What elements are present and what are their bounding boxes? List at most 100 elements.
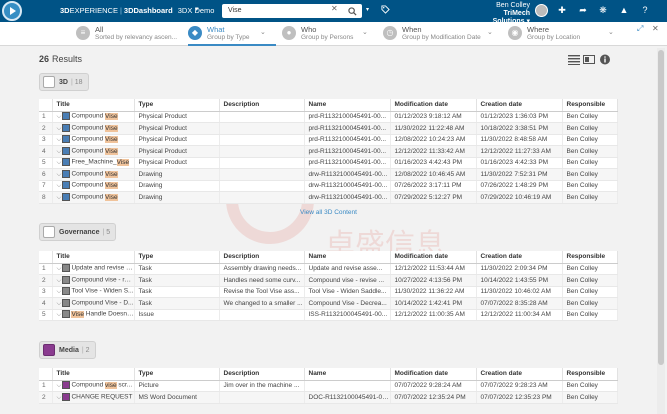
- expand-chevron-icon[interactable]: ⌵: [57, 125, 62, 132]
- column-header[interactable]: Creation date: [476, 251, 563, 264]
- chevron-down-icon[interactable]: ⌄: [487, 28, 493, 36]
- section-media-header[interactable]: Media 2: [39, 341, 96, 359]
- compass-logo-icon[interactable]: [2, 1, 22, 21]
- view-all-3d-link[interactable]: View all 3D Content: [300, 209, 357, 216]
- expand-chevron-icon[interactable]: ⌵: [57, 171, 62, 178]
- table-row[interactable]: 3 ⌵ Tool Vise - Widen S... Task Revise the T…: [39, 286, 618, 298]
- chevron-down-icon[interactable]: ⌄: [260, 28, 266, 36]
- expand-chevron-icon[interactable]: ⌵: [57, 159, 62, 166]
- expand-chevron-icon[interactable]: ⌵: [57, 113, 62, 120]
- section-3d-header[interactable]: 3D 18: [39, 73, 89, 91]
- tag-icon[interactable]: [381, 5, 390, 16]
- column-header[interactable]: Name: [304, 251, 391, 264]
- column-header[interactable]: Type: [134, 368, 220, 381]
- column-header[interactable]: Modification date: [390, 99, 477, 112]
- table-row[interactable]: 6 ⌵ Compound Vise Drawing drw-R1132100045491…: [39, 168, 618, 181]
- column-header[interactable]: Type: [134, 251, 220, 264]
- table-row[interactable]: 4 ⌵ Compound Vise Physical Product prd-R1132…: [39, 145, 618, 158]
- table-row[interactable]: 1 ⌵ Compound vise scr... Picture Jim over in…: [39, 380, 618, 392]
- avatar[interactable]: [535, 4, 548, 17]
- scrollbar[interactable]: [657, 48, 665, 414]
- column-header[interactable]: Creation date: [476, 99, 563, 112]
- table-row[interactable]: 2 ⌵ Compound Vise Physical Product prd-R1132…: [39, 122, 618, 135]
- expand-chevron-icon[interactable]: ⌵: [57, 182, 62, 189]
- column-header[interactable]: Title: [52, 251, 135, 264]
- table-row[interactable]: 1 ⌵ Update and revise a... Task Assembly dra…: [39, 263, 618, 275]
- expand-chevron-icon[interactable]: ⌵: [57, 311, 62, 318]
- clear-search-icon[interactable]: ✕: [331, 4, 338, 13]
- expand-chevron-icon[interactable]: ⌵: [57, 194, 62, 201]
- title-cell[interactable]: ⌵ Vise Handle Doesn'...: [52, 309, 135, 321]
- expand-chevron-icon[interactable]: ⌵: [57, 288, 62, 295]
- section-governance-header[interactable]: Governance 5: [39, 223, 117, 241]
- close-icon[interactable]: ✕: [652, 24, 659, 33]
- title-cell[interactable]: ⌵ Compound Vise: [52, 122, 135, 135]
- table-row[interactable]: 2 ⌵ CHANGE REQUEST MS Word Document DOC-R113…: [39, 391, 618, 404]
- tab-what[interactable]: ◆ What Group by Type ⌄: [188, 22, 278, 46]
- column-header[interactable]: Name: [304, 368, 391, 381]
- expand-chevron-icon[interactable]: ⌵: [57, 265, 62, 272]
- column-header[interactable]: Modification date: [390, 368, 477, 381]
- title-cell[interactable]: ⌵ Compound Vise: [52, 180, 135, 192]
- column-header[interactable]: Description: [219, 368, 305, 381]
- table-row[interactable]: 5 ⌵ Vise Handle Doesn'... Issue ISS-R1132100…: [39, 309, 618, 321]
- title-cell[interactable]: ⌵ Compound Vise: [52, 191, 135, 204]
- collapse-icon[interactable]: ⤢: [637, 24, 643, 34]
- column-header[interactable]: Title: [52, 368, 135, 381]
- tenant-chevron-down-icon[interactable]: ▾: [195, 5, 199, 13]
- title-cell[interactable]: ⌵ Compound Vise: [52, 134, 135, 146]
- column-header[interactable]: Description: [219, 99, 305, 112]
- list-view-icon[interactable]: [568, 54, 580, 65]
- title-cell[interactable]: ⌵ CHANGE REQUEST: [52, 391, 135, 404]
- share-icon[interactable]: ➦: [577, 5, 589, 16]
- title-cell[interactable]: ⌵ Compound vise - re...: [52, 274, 135, 287]
- title-cell[interactable]: ⌵ Compound vise scr...: [52, 380, 135, 392]
- expand-chevron-icon[interactable]: ⌵: [57, 382, 62, 389]
- help-icon[interactable]: ?: [639, 5, 651, 15]
- search-box[interactable]: Vise: [222, 4, 362, 18]
- column-header[interactable]: Modification date: [390, 251, 477, 264]
- column-header[interactable]: Responsible: [562, 251, 618, 264]
- search-input[interactable]: Vise: [228, 7, 242, 14]
- column-header[interactable]: Responsible: [562, 368, 618, 381]
- column-header[interactable]: Title: [52, 99, 135, 112]
- title-cell[interactable]: ⌵ Tool Vise - Widen S...: [52, 286, 135, 298]
- tab-all[interactable]: ≡ All Sorted by relevancy ascen...: [76, 22, 186, 46]
- add-icon[interactable]: ✚: [556, 5, 568, 16]
- tab-who[interactable]: ● Who Group by Persons ⌄: [282, 22, 382, 46]
- column-header[interactable]: Description: [219, 251, 305, 264]
- table-row[interactable]: 4 ⌵ Compound Vise - D... Task We changed to …: [39, 297, 618, 310]
- title-cell[interactable]: ⌵ Compound Vise: [52, 145, 135, 158]
- chevron-down-icon[interactable]: ⌄: [608, 28, 614, 36]
- info-icon[interactable]: [599, 54, 611, 65]
- tab-where[interactable]: ◉ Where Group by Location ⌄: [508, 22, 618, 46]
- column-header[interactable]: Name: [304, 99, 391, 112]
- search-options-chevron-icon[interactable]: ▾: [366, 6, 369, 13]
- column-header[interactable]: Responsible: [562, 99, 618, 112]
- table-row[interactable]: 8 ⌵ Compound Vise Drawing drw-R1132100045491…: [39, 191, 618, 204]
- expand-chevron-icon[interactable]: ⌵: [57, 277, 62, 284]
- tab-when[interactable]: ◷ When Group by Modification Date ⌄: [383, 22, 503, 46]
- title-cell[interactable]: ⌵ Update and revise a...: [52, 263, 135, 275]
- column-header[interactable]: Creation date: [476, 368, 563, 381]
- table-row[interactable]: 2 ⌵ Compound vise - re... Task Handles need …: [39, 274, 618, 287]
- table-row[interactable]: 5 ⌵ Free_Machine_Vise Physical Product prd-R…: [39, 157, 618, 169]
- title-cell[interactable]: ⌵ Compound Vise: [52, 168, 135, 181]
- table-row[interactable]: 1 ⌵ Compound Vise Physical Product prd-R1132…: [39, 111, 618, 123]
- title-cell[interactable]: ⌵ Compound Vise - D...: [52, 297, 135, 310]
- table-row[interactable]: 7 ⌵ Compound Vise Drawing drw-R1132100045491…: [39, 180, 618, 192]
- scrollbar-thumb[interactable]: [658, 50, 664, 365]
- title-cell[interactable]: ⌵ Free_Machine_Vise: [52, 157, 135, 169]
- compass-tools-icon[interactable]: ▲: [618, 5, 630, 15]
- expand-chevron-icon[interactable]: ⌵: [57, 136, 62, 143]
- expand-chevron-icon[interactable]: ⌵: [57, 394, 62, 401]
- tile-view-icon[interactable]: [583, 54, 595, 65]
- table-row[interactable]: 3 ⌵ Compound Vise Physical Product prd-R1132…: [39, 134, 618, 146]
- chevron-down-icon[interactable]: ⌄: [362, 28, 368, 36]
- search-icon[interactable]: [342, 4, 362, 18]
- column-header[interactable]: Type: [134, 99, 220, 112]
- title-cell[interactable]: ⌵ Compound Vise: [52, 111, 135, 123]
- expand-chevron-icon[interactable]: ⌵: [57, 300, 62, 307]
- expand-chevron-icon[interactable]: ⌵: [57, 148, 62, 155]
- network-icon[interactable]: ❋: [597, 5, 609, 16]
